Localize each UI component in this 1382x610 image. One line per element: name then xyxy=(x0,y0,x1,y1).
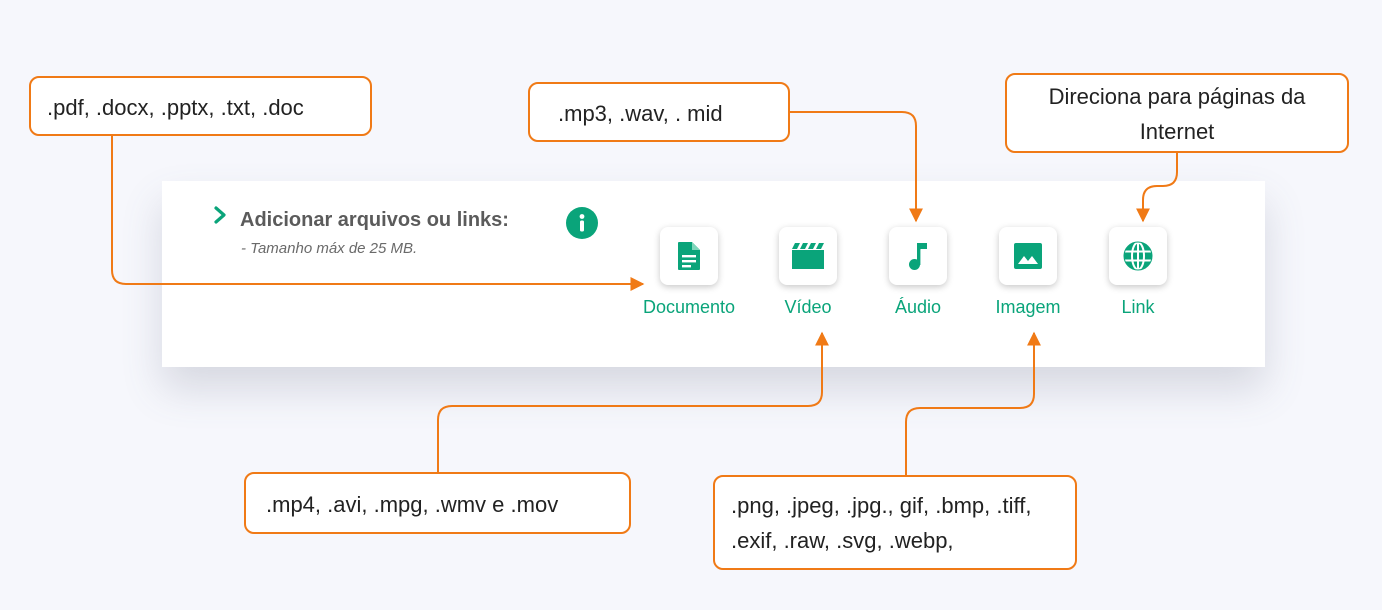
callout-video-formats: .mp4, .avi, .mpg, .wmv e .mov xyxy=(244,472,631,534)
image-button[interactable] xyxy=(999,227,1057,285)
video-button[interactable] xyxy=(779,227,837,285)
document-icon xyxy=(678,242,700,270)
link-label[interactable]: Link xyxy=(1068,297,1208,318)
section-title: Adicionar arquivos ou links: xyxy=(240,209,509,231)
link-button[interactable] xyxy=(1109,227,1167,285)
size-limit-note: - Tamanho máx de 25 MB. xyxy=(241,240,418,257)
info-icon[interactable] xyxy=(566,207,598,239)
callout-link-description: Direciona para páginas da Internet xyxy=(1005,73,1349,153)
music-note-icon xyxy=(909,243,927,270)
callout-document-formats: .pdf, .docx, .pptx, .txt, .doc xyxy=(29,76,372,136)
audio-button[interactable] xyxy=(889,227,947,285)
video-icon xyxy=(792,243,824,269)
image-icon xyxy=(1014,243,1042,269)
globe-icon xyxy=(1123,241,1153,271)
callout-image-formats: .png, .jpeg, .jpg., gif, .bmp, .tiff, .e… xyxy=(713,475,1077,570)
callout-audio-formats: .mp3, .wav, . mid xyxy=(528,82,790,142)
chevron-right-icon[interactable] xyxy=(213,205,227,225)
document-button[interactable] xyxy=(660,227,718,285)
